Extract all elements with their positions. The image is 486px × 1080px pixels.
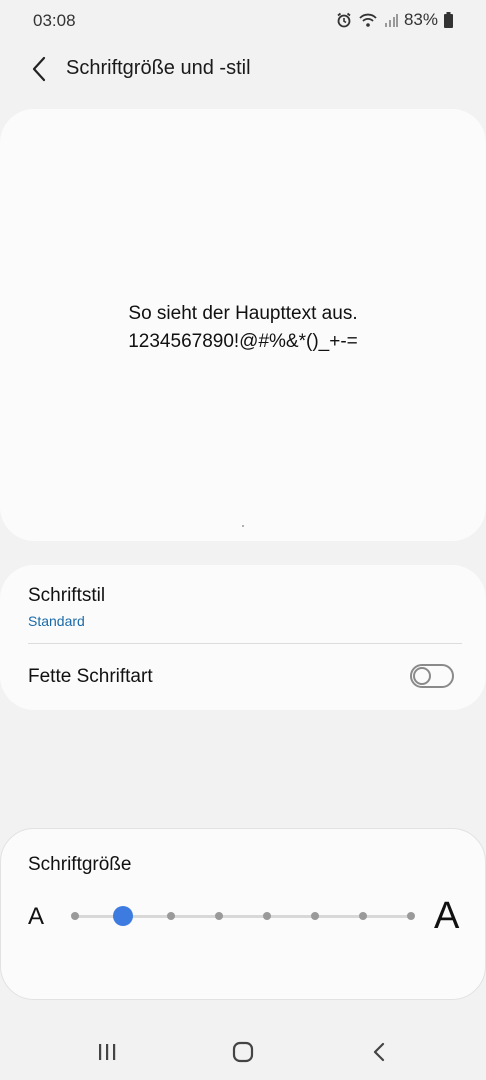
back-button[interactable] (22, 52, 56, 86)
font-style-row[interactable]: Schriftstil Standard (28, 585, 105, 629)
battery-icon (444, 12, 453, 28)
nav-back-button[interactable] (364, 1038, 394, 1066)
font-size-small-glyph: A (28, 903, 45, 930)
preview-card: So sieht der Haupttext aus. 1234567890!@… (0, 109, 486, 541)
home-icon (232, 1041, 254, 1063)
slider-step-dot[interactable] (311, 912, 319, 920)
page-indicator-dot (242, 525, 244, 527)
settings-card: Schriftstil Standard Fette Schriftart (0, 565, 486, 710)
battery-percent: 83% (403, 10, 438, 29)
preview-line-1: So sieht der Haupttext aus. (128, 303, 358, 324)
recents-button[interactable] (92, 1038, 122, 1066)
slider-step-dot[interactable] (215, 912, 223, 920)
bold-font-label: Fette Schriftart (28, 666, 153, 687)
signal-icon (384, 12, 398, 28)
screen: 03:08 83% Schriftgröße und -stil So sieh… (0, 0, 486, 1080)
divider (28, 643, 462, 644)
slider-step-dot[interactable] (359, 912, 367, 920)
bold-font-toggle[interactable] (410, 664, 454, 688)
slider-step-dot[interactable] (71, 912, 79, 920)
navigation-bar (0, 1028, 486, 1076)
status-icons: 83% (336, 10, 453, 30)
wifi-icon (358, 12, 378, 28)
home-button[interactable] (228, 1038, 258, 1066)
slider-step-dot[interactable] (263, 912, 271, 920)
status-time: 03:08 (33, 11, 76, 30)
header: Schriftgröße und -stil (0, 48, 486, 92)
back-arrow-icon (32, 56, 46, 82)
status-bar: 03:08 83% (0, 0, 486, 42)
font-size-slider-thumb[interactable] (113, 906, 133, 926)
font-size-label: Schriftgröße (28, 854, 132, 875)
preview-line-2: 1234567890!@#%&*()_+-= (128, 331, 358, 352)
font-style-label: Schriftstil (28, 585, 106, 606)
back-icon (373, 1042, 385, 1062)
recents-icon (99, 1044, 116, 1060)
page-title: Schriftgröße und -stil (66, 57, 251, 79)
font-size-large-glyph: A (434, 895, 460, 937)
slider-step-dot[interactable] (167, 912, 175, 920)
alarm-icon (336, 12, 352, 28)
preview-text: So sieht der Haupttext aus. 1234567890!@… (0, 300, 486, 356)
toggle-knob (413, 667, 431, 685)
font-style-value: Standard (28, 613, 85, 629)
slider-step-dot[interactable] (407, 912, 415, 920)
